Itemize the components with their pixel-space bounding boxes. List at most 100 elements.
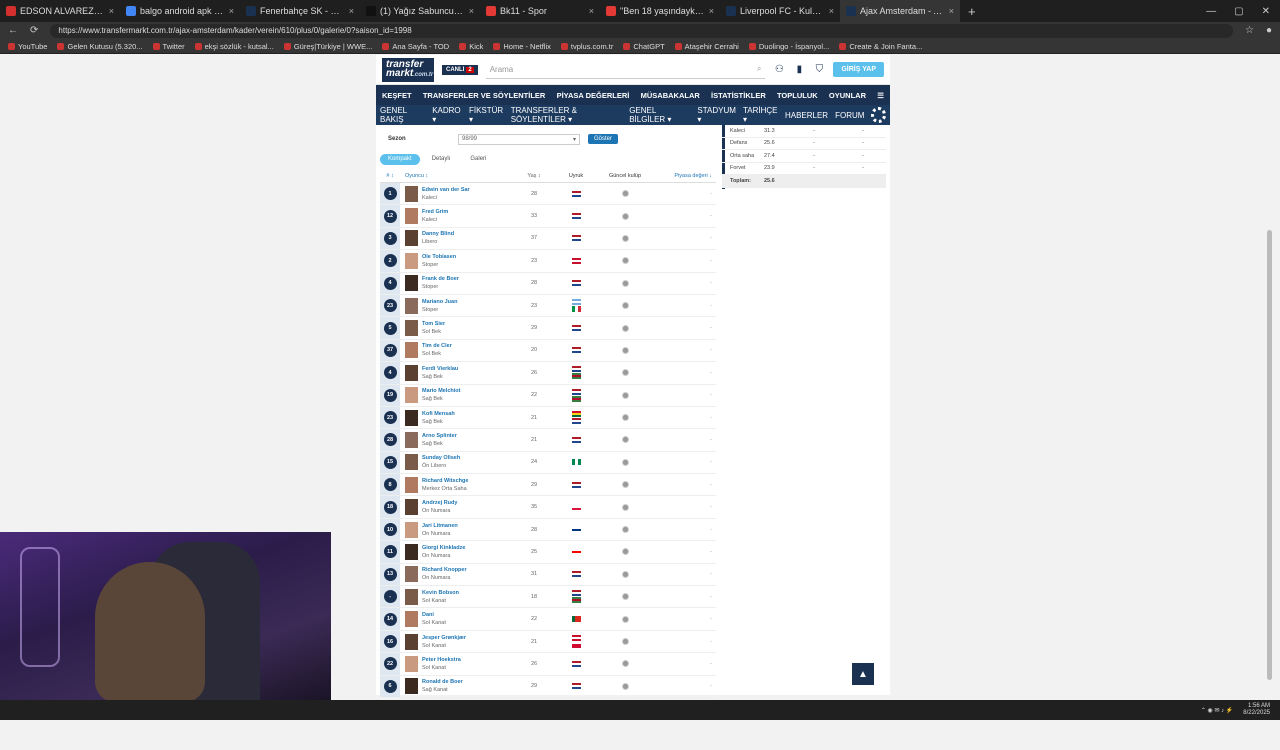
settings-gear-icon[interactable] <box>871 107 886 123</box>
club-crest-icon[interactable] <box>621 593 629 601</box>
player-name-link[interactable]: Andrzej Rudy <box>422 499 457 507</box>
club-crest-icon[interactable] <box>621 414 629 422</box>
player-photo[interactable] <box>405 633 418 650</box>
tab-close-icon[interactable]: × <box>829 6 834 16</box>
bookmark-item[interactable]: Gelen Kutusu (5.320... <box>57 42 143 51</box>
player-photo[interactable] <box>405 364 418 381</box>
club-crest-icon[interactable] <box>621 548 629 556</box>
col-value[interactable]: Piyasa değeri ↓ <box>654 173 716 179</box>
browser-tab[interactable]: balgo android apk - Google'da A × <box>120 0 240 22</box>
player-photo[interactable] <box>405 476 418 493</box>
player-photo[interactable] <box>405 252 418 269</box>
table-row[interactable]: 6 Ronald de Boer Sağ Kanat 29 - <box>380 675 716 698</box>
browser-tab[interactable]: "Ben 18 yaşındayken Sergen dışa × <box>600 0 720 22</box>
player-name-link[interactable]: Jesper Grønkjær <box>422 634 466 642</box>
player-photo[interactable] <box>405 566 418 583</box>
show-button[interactable]: Göster <box>588 134 619 144</box>
main-nav-item[interactable]: TOPLULUK <box>777 91 818 100</box>
player-name-link[interactable]: Sunday Oliseh <box>422 454 460 462</box>
user-add-icon[interactable]: ⚇ <box>773 64 785 76</box>
table-row[interactable]: 11 Giorgi Kinkladze On Numara 25 - <box>380 541 716 564</box>
view-tab[interactable]: Galeri <box>462 154 494 165</box>
season-select[interactable]: 98/99 ▾ <box>458 133 580 145</box>
club-crest-icon[interactable] <box>621 481 629 489</box>
player-name-link[interactable]: Kevin Bobson <box>422 589 459 597</box>
player-name-link[interactable]: Tom Sier <box>422 320 445 328</box>
url-field[interactable]: https://www.transfermarkt.com.tr/ajax-am… <box>50 23 1233 38</box>
player-name-link[interactable]: Mario Melchiot <box>422 387 461 395</box>
browser-tab[interactable]: Ajax Amsterdam - Ayrıntılı kadro × <box>840 0 960 22</box>
player-name-link[interactable]: Frank de Boer <box>422 275 459 283</box>
table-row[interactable]: 10 Jari Litmanen On Numara 28 - <box>380 518 716 542</box>
player-photo[interactable] <box>405 230 418 247</box>
main-nav-item[interactable]: PİYASA DEĞERLERİ <box>557 91 630 100</box>
player-name-link[interactable]: Peter Hoekstra <box>422 656 461 664</box>
col-number[interactable]: # ↕ <box>380 173 400 179</box>
club-crest-icon[interactable] <box>621 346 629 354</box>
table-row[interactable]: - Kevin Bobson Sol Kanat 18 - <box>380 586 716 609</box>
table-row[interactable]: 14 Dani Sol Kanat 22 - <box>380 608 716 631</box>
live-button[interactable]: CANLI 2 <box>442 64 478 75</box>
club-crest-icon[interactable] <box>621 570 629 578</box>
bookmark-item[interactable]: tvplus.com.tr <box>560 42 613 51</box>
tab-close-icon[interactable]: × <box>709 6 714 16</box>
club-crest-icon[interactable] <box>621 436 629 444</box>
player-name-link[interactable]: Danny Blind <box>422 230 454 238</box>
player-name-link[interactable]: Richard Knopper <box>422 566 467 574</box>
profile-icon[interactable]: ● <box>1266 25 1272 36</box>
main-nav-item[interactable]: KEŞFET <box>382 91 412 100</box>
table-row[interactable]: 18 Andrzej Rudy On Numara 35 - <box>380 496 716 519</box>
reload-icon[interactable]: ⟳ <box>30 25 38 36</box>
browser-tab[interactable]: Bk11 - Spor × <box>480 0 600 22</box>
scrollbar-thumb[interactable] <box>1267 230 1272 680</box>
scroll-to-top-button[interactable]: ▲ <box>852 663 874 685</box>
tab-close-icon[interactable]: × <box>589 6 594 16</box>
club-crest-icon[interactable] <box>621 682 629 690</box>
player-name-link[interactable]: Arno Splinter <box>422 432 457 440</box>
player-photo[interactable] <box>405 678 418 695</box>
club-crest-icon[interactable] <box>621 302 629 310</box>
club-crest-icon[interactable] <box>621 526 629 534</box>
maximize-icon[interactable]: ▢ <box>1234 6 1243 17</box>
search-icon[interactable]: ⌕ <box>757 64 761 74</box>
player-photo[interactable] <box>405 499 418 516</box>
bookmark-item[interactable]: YouTube <box>8 42 47 51</box>
table-row[interactable]: 23 Kofi Mensah Sağ Bek 21 - <box>380 406 716 430</box>
player-photo[interactable] <box>405 320 418 337</box>
table-row[interactable]: 19 Mario Melchiot Sağ Bek 22 - <box>380 384 716 407</box>
bookmark-icon[interactable]: ▮ <box>793 64 805 76</box>
player-name-link[interactable]: Tim de Cler <box>422 342 452 350</box>
search-input[interactable]: Arama ⌕ <box>485 61 766 79</box>
table-row[interactable]: 13 Richard Knopper On Numara 31 - <box>380 563 716 587</box>
table-row[interactable]: 2 Ole Tobiasen Stoper 23 - <box>380 250 716 273</box>
bookmark-item[interactable]: Kick <box>459 42 483 51</box>
table-row[interactable]: 12 Fred Grim Kaleci 33 - <box>380 205 716 228</box>
table-row[interactable]: 4 Ferdi Vierklau Sağ Bek 26 - <box>380 362 716 385</box>
star-icon[interactable]: ☆ <box>1245 25 1254 36</box>
bookmark-item[interactable]: ekşi sözlük - kutsal... <box>194 42 274 51</box>
view-tab[interactable]: Kompakt <box>380 154 420 165</box>
sub-nav-item[interactable]: STADYUM ▾ <box>697 106 736 124</box>
player-name-link[interactable]: Ole Tobiasen <box>422 253 456 261</box>
player-name-link[interactable]: Richard Witschge <box>422 477 468 485</box>
player-photo[interactable] <box>405 431 418 448</box>
minimize-icon[interactable]: — <box>1206 6 1216 17</box>
table-row[interactable]: 15 Sunday Oliseh Ön Libero 24 - <box>380 451 716 475</box>
player-name-link[interactable]: Ronald de Boer <box>422 678 463 686</box>
club-crest-icon[interactable] <box>621 324 629 332</box>
club-crest-icon[interactable] <box>621 615 629 623</box>
login-button[interactable]: GİRİŞ YAP <box>833 62 884 77</box>
player-photo[interactable] <box>405 521 418 538</box>
club-crest-icon[interactable] <box>621 503 629 511</box>
sub-nav-item[interactable]: GENEL BAKIŞ <box>380 106 425 124</box>
club-crest-icon[interactable] <box>621 279 629 287</box>
browser-tab[interactable]: Liverpool FC - Kulüp profili 17/18 × <box>720 0 840 22</box>
table-row[interactable]: 16 Jesper Grønkjær Sol Kanat 21 - <box>380 630 716 654</box>
player-photo[interactable] <box>405 588 418 605</box>
player-name-link[interactable]: Fred Grim <box>422 208 448 216</box>
player-name-link[interactable]: Kofi Mensah <box>422 410 455 418</box>
player-photo[interactable] <box>405 208 418 225</box>
player-name-link[interactable]: Edwin van der Sar <box>422 186 470 194</box>
col-player[interactable]: Oyuncu ↕ <box>400 173 512 179</box>
bookmark-item[interactable]: Ana Sayfa - TOD <box>382 42 449 51</box>
